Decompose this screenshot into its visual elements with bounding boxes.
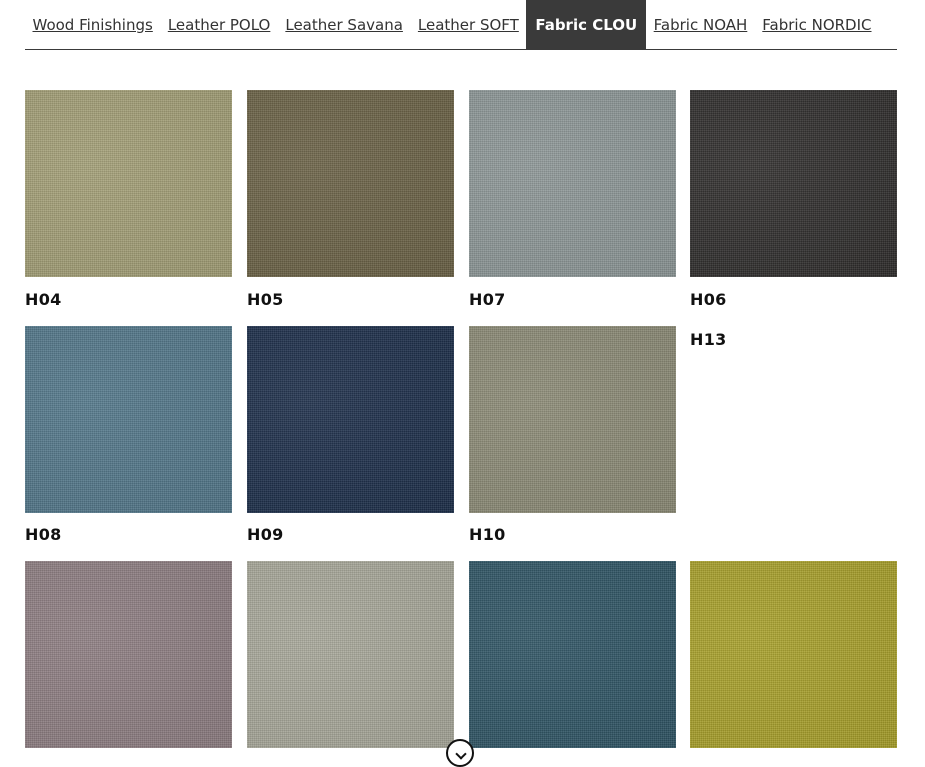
swatch-olive-yellow[interactable] (690, 561, 897, 748)
swatch-h07[interactable] (469, 90, 676, 277)
swatch-h08[interactable] (25, 326, 232, 513)
swatch-teal[interactable] (469, 561, 676, 748)
swatch-code: H07 (469, 290, 506, 309)
swatch-h10[interactable] (469, 326, 676, 513)
swatch-h09[interactable] (247, 326, 454, 513)
swatch-code: H13 (690, 330, 727, 349)
swatch-code: H05 (247, 290, 284, 309)
swatch-code: H08 (25, 525, 62, 544)
scroll-down-button[interactable] (446, 739, 474, 767)
swatch-light-grey[interactable] (247, 561, 454, 748)
swatch-h06[interactable] (690, 90, 897, 277)
swatch-code: H04 (25, 290, 62, 309)
swatch-code: H10 (469, 525, 506, 544)
swatch-code: H06 (690, 290, 727, 309)
swatch-mauve[interactable] (25, 561, 232, 748)
swatch-code: H09 (247, 525, 284, 544)
swatch-grid: H04 H05 H07 H06 H08 H09 H10 H13 (0, 0, 925, 755)
swatch-h04[interactable] (25, 90, 232, 277)
swatch-h05[interactable] (247, 90, 454, 277)
chevron-down-icon (455, 748, 467, 760)
